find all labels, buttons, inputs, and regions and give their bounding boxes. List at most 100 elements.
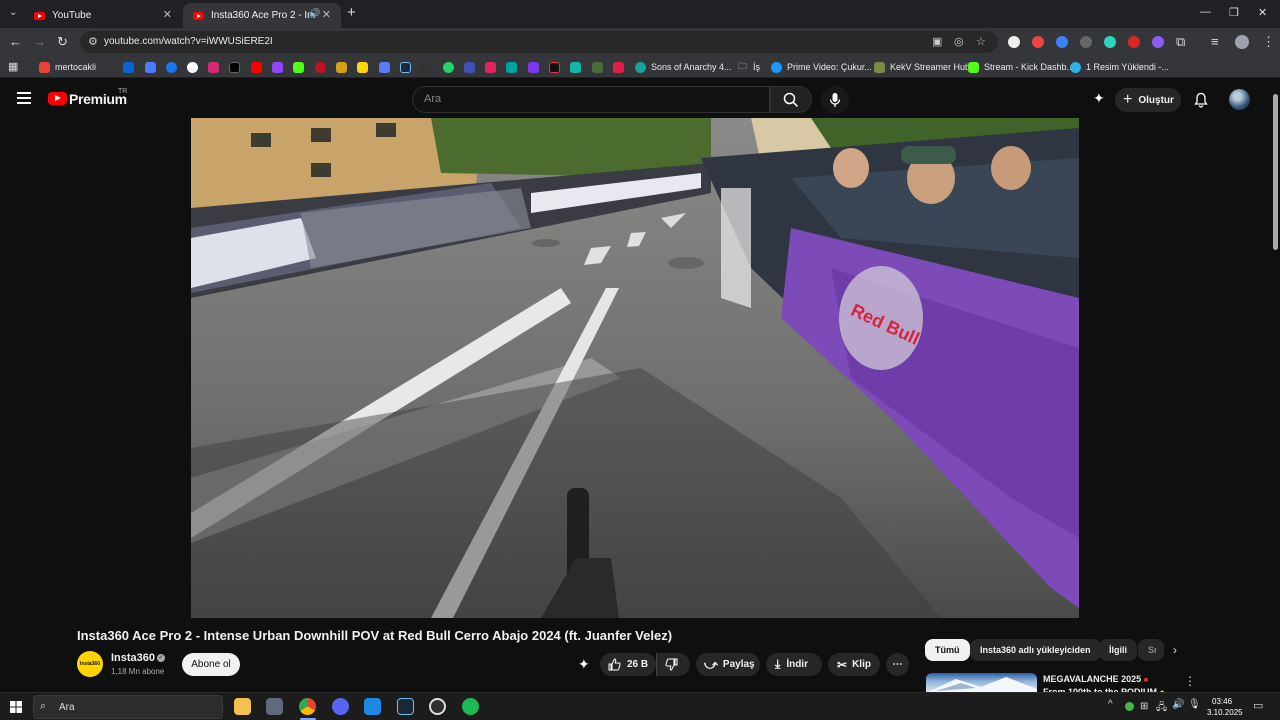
extension-icon[interactable]	[1008, 36, 1020, 48]
site-info-icon[interactable]: ⚙	[88, 35, 98, 48]
bookmark-facebook-icon[interactable]	[166, 62, 177, 73]
subscribe-button[interactable]: Abone ol	[182, 653, 240, 676]
extension-icon[interactable]	[1056, 36, 1068, 48]
tray-app-icon[interactable]: ⊞	[1140, 701, 1148, 712]
extension-icon[interactable]	[1152, 36, 1164, 48]
search-input[interactable]: Ara	[424, 93, 441, 105]
scrollbar-thumb[interactable]	[1273, 94, 1278, 250]
tab-close-icon[interactable]: ✕	[322, 8, 331, 21]
channel-name[interactable]: Insta360	[111, 652, 155, 664]
ask-sparkle-icon[interactable]: ✦	[578, 656, 590, 673]
bookmark-youtube-icon[interactable]	[251, 62, 262, 73]
clock-date[interactable]: 3.10.2025	[1207, 708, 1243, 717]
tab-close-icon[interactable]: ✕	[163, 8, 172, 21]
chip-related[interactable]: İlgili	[1099, 639, 1137, 661]
more-actions-button[interactable]: ⋯	[886, 653, 909, 676]
bookmark-red2-icon[interactable]	[613, 62, 624, 73]
recommendation-title[interactable]: MEGAVALANCHE 2025 ■	[1043, 674, 1148, 684]
bookmark-v-icon[interactable]	[357, 62, 368, 73]
share-button[interactable]: ⤻ Paylaş	[696, 653, 760, 676]
bookmark-doc-icon[interactable]	[145, 62, 156, 73]
bookmark-github-icon[interactable]	[421, 62, 432, 73]
bookmark-y-icon[interactable]	[485, 62, 496, 73]
clock-time[interactable]: 03:46	[1212, 697, 1232, 706]
bookmark-outlook-icon[interactable]	[123, 62, 134, 73]
apps-grid-icon[interactable]: ▦	[8, 60, 18, 73]
recommendation-menu-icon[interactable]: ⋮	[1184, 674, 1196, 688]
extension-icon[interactable]	[1128, 36, 1140, 48]
bookmark-flag-icon[interactable]	[506, 62, 517, 73]
tray-chevron-icon[interactable]: ^	[1108, 699, 1113, 710]
obs-icon[interactable]	[429, 698, 446, 715]
bookmark-resim[interactable]: 1 Resim Yüklendi -...	[1070, 61, 1169, 73]
taskbar-search[interactable]: ⌕ Ara	[33, 695, 223, 719]
video-player[interactable]: Red Bull	[191, 118, 1079, 618]
bookmark-blue-icon[interactable]	[379, 62, 390, 73]
gemini-sparkle-icon[interactable]: ✦	[1093, 90, 1105, 107]
audio-playing-icon[interactable]: 🔊	[309, 8, 320, 19]
chip-scroll-right-icon[interactable]: ›	[1173, 643, 1177, 657]
bookmark-google-icon[interactable]	[187, 62, 198, 73]
bookmark-dark-icon[interactable]	[549, 62, 560, 73]
install-app-icon[interactable]: ▣	[932, 35, 942, 48]
recommendation-thumbnail[interactable]	[926, 673, 1037, 693]
chrome-icon[interactable]	[299, 698, 316, 715]
like-button[interactable]: 26 B	[600, 653, 656, 676]
bookmark-red-icon[interactable]	[315, 62, 326, 73]
tracking-protection-icon[interactable]: ◎	[954, 35, 964, 48]
voice-search-button[interactable]	[821, 86, 849, 114]
bookmark-video-icon[interactable]	[464, 62, 475, 73]
volume-icon[interactable]: 🔊	[1172, 699, 1184, 710]
tab-youtube[interactable]: YouTube ✕	[24, 3, 182, 28]
back-icon[interactable]: ←	[9, 34, 22, 49]
search-box[interactable]: Ara	[412, 86, 770, 113]
extension-icon[interactable]	[1104, 36, 1116, 48]
bookmark-yellow-icon[interactable]	[336, 62, 347, 73]
browser-menu-icon[interactable]: ⋮	[1262, 34, 1275, 50]
search-button[interactable]	[770, 86, 812, 113]
notifications-bell-icon[interactable]	[1194, 92, 1208, 108]
spotify-icon[interactable]	[462, 698, 479, 715]
account-avatar[interactable]	[1229, 89, 1250, 110]
clip-button[interactable]: ✂ Klip	[828, 653, 880, 676]
chip-all[interactable]: Tümü	[925, 639, 970, 661]
bookmark-twitch-icon[interactable]	[272, 62, 283, 73]
microphone-icon[interactable]: 🎙	[1188, 699, 1201, 710]
bookmark-steam-icon[interactable]	[400, 62, 411, 73]
channel-avatar[interactable]: Insta360	[77, 651, 103, 677]
bookmark-purple-icon[interactable]	[528, 62, 539, 73]
create-button[interactable]: + Oluştur	[1115, 88, 1181, 112]
discord-app-icon[interactable]	[332, 698, 349, 715]
windows-start-icon[interactable]	[10, 701, 22, 713]
calculator-icon[interactable]	[266, 698, 283, 715]
bookmark-kick-dashboard[interactable]: Stream - Kick Dashb...	[968, 61, 1074, 73]
tab-search-icon[interactable]: ⌄	[9, 7, 17, 18]
address-bar[interactable]: ⚙ youtube.com/watch?v=iWWUSiERE2I ▣ ◎ ☆	[80, 31, 998, 53]
forward-icon[interactable]: →	[33, 34, 46, 49]
bookmark-folder-is[interactable]: 🗀 İş	[738, 61, 760, 73]
bookmark-mertocakli[interactable]: mertocakli	[39, 61, 96, 73]
tab-video[interactable]: Insta360 Ace Pro 2 - Intens 🔊 ✕	[183, 3, 341, 28]
reload-icon[interactable]: ↻	[57, 34, 68, 50]
extensions-puzzle-icon[interactable]: ⧉	[1176, 34, 1185, 50]
steam-icon[interactable]	[397, 698, 414, 715]
bookmark-green-icon[interactable]	[592, 62, 603, 73]
bookmark-sons-of-anarchy[interactable]: Sons of Anarchy 4...	[635, 61, 732, 73]
tray-status-icon[interactable]	[1125, 702, 1134, 711]
profile-avatar-icon[interactable]	[1235, 35, 1249, 49]
download-button[interactable]: ⤓ İndir	[766, 653, 822, 676]
bookmark-kick-icon[interactable]	[293, 62, 304, 73]
minimize-icon[interactable]: —	[1200, 6, 1211, 18]
guide-menu-icon[interactable]	[17, 92, 31, 104]
new-tab-icon[interactable]: +	[347, 4, 356, 21]
vpn-app-icon[interactable]	[364, 698, 381, 715]
chip-truncated[interactable]: Sı	[1138, 639, 1164, 661]
dislike-button[interactable]	[656, 653, 690, 676]
page-scrollbar[interactable]	[1270, 80, 1280, 690]
network-icon[interactable]: 🖧	[1156, 700, 1167, 717]
reading-list-icon[interactable]: ≡	[1211, 34, 1219, 49]
extension-icon[interactable]	[1032, 36, 1044, 48]
file-explorer-icon[interactable]	[234, 698, 251, 715]
chip-from-uploader[interactable]: Insta360 adlı yükleyiciden	[970, 639, 1101, 661]
notification-center-icon[interactable]: ▭	[1253, 699, 1263, 712]
